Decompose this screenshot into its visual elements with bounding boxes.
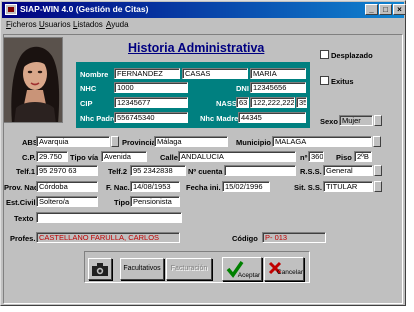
fecha-ini-field[interactable]: 15/02/1996 — [222, 181, 270, 192]
telf2-field[interactable]: 95 2342838 — [130, 165, 186, 176]
f-nac-label: F. Nac. — [106, 183, 130, 192]
aceptar-button[interactable]: Aceptar — [222, 257, 262, 281]
telf1-label: Telf.1 — [16, 167, 36, 176]
dni-field[interactable]: 12345656 — [250, 82, 306, 93]
tipo-field[interactable]: Pensionista — [130, 196, 180, 207]
facultativos-label: Facultativos — [123, 265, 161, 272]
apellido1-field[interactable]: FERNANDEZ — [114, 68, 180, 79]
nombre-label: Nombre — [80, 70, 109, 79]
window-title: SIAP-WIN 4.0 (Gestión de Citas) — [20, 4, 149, 14]
exitus-label: Exitus — [331, 77, 354, 86]
rss-label: R.S.S. — [300, 167, 322, 176]
nhc-label: NHC — [80, 84, 97, 93]
exitus-checkbox[interactable] — [320, 76, 329, 85]
calle-field[interactable]: ANDALUCIA — [178, 151, 296, 162]
profesional-field: CASTELLANO FARULLA, CARLOS — [36, 232, 180, 243]
prov-nac-field[interactable]: Córdoba — [36, 181, 98, 192]
texto-field[interactable] — [36, 212, 182, 223]
apellido2-field[interactable]: CASAS — [182, 68, 248, 79]
nass-label: NASS — [216, 99, 237, 108]
nombre-field[interactable]: MARIA — [250, 68, 306, 79]
municipio-label: Municipio — [236, 138, 271, 147]
minimize-button[interactable]: _ — [365, 4, 378, 15]
abs-spinner[interactable] — [111, 136, 119, 147]
cuenta-label: Nº cuenta — [188, 167, 223, 176]
tipo-via-label: Tipo vía — [70, 153, 99, 162]
cip-field[interactable]: 12345677 — [114, 97, 188, 108]
camera-button[interactable] — [88, 258, 112, 280]
cuenta-field[interactable] — [224, 165, 296, 176]
nhc-field[interactable]: 1000 — [114, 82, 188, 93]
menu-listados[interactable]: Listados — [73, 20, 103, 29]
identification-panel: Nombre FERNANDEZ CASAS MARIA NHC 1000 DN… — [76, 62, 310, 128]
piso-label: Piso — [336, 153, 352, 162]
title-bar[interactable]: SIAP-WIN 4.0 (Gestión de Citas) _ □ × — [2, 2, 406, 18]
telf1-field[interactable]: 95 2970 63 — [36, 165, 98, 176]
facturacion-label: Facturación — [170, 265, 208, 272]
calle-label: Calle — [160, 153, 178, 162]
sexo-label: Sexo — [320, 117, 338, 126]
fecha-ini-label: Fecha ini. — [186, 183, 221, 192]
cp-field[interactable]: 29.750 — [36, 151, 68, 162]
nass-field[interactable]: 122,222,222 — [250, 97, 295, 108]
cp-label: C.P. — [22, 153, 36, 162]
texto-label: Texto — [14, 214, 34, 223]
est-civil-label: Est.Civil — [6, 198, 36, 207]
piso-field[interactable]: 2ºB — [354, 151, 372, 162]
f-nac-field[interactable]: 14/08/1953 — [130, 181, 180, 192]
patient-photo — [3, 37, 63, 123]
camera-icon — [92, 263, 108, 276]
menu-bar: Ficheros Usuarios Listados Ayuda — [2, 19, 404, 32]
sit-ss-label: Sit. S.S. — [294, 183, 322, 192]
tipo-label: Tipo — [114, 198, 130, 207]
prov-nac-label: Prov. Nac. — [4, 183, 41, 192]
provincia-label: Provincia — [122, 138, 156, 147]
municipio-spinner[interactable] — [373, 136, 381, 147]
facturacion-button[interactable]: Facturación — [166, 258, 212, 280]
menu-ayuda[interactable]: Ayuda — [106, 20, 129, 29]
tipo-via-field[interactable]: Avenida — [101, 151, 147, 162]
desplazado-checkbox[interactable] — [320, 50, 329, 59]
telf2-label: Telf.2 — [108, 167, 128, 176]
app-icon[interactable] — [5, 4, 17, 15]
municipio-field[interactable]: MALAGA — [272, 136, 372, 147]
profes-label: Profes. — [10, 234, 36, 243]
close-button[interactable]: × — [393, 4, 406, 15]
nass-suffix-field[interactable]: 35 — [296, 97, 307, 108]
nhc-madre-label: Nhc Madre — [200, 114, 239, 123]
nhc-madre-field[interactable]: 44345 — [238, 112, 306, 123]
est-civil-field[interactable]: Soltero/a — [36, 196, 98, 207]
cip-label: CIP — [80, 99, 93, 108]
nhc-padre-field[interactable]: 556745340 — [114, 112, 188, 123]
desplazado-label: Desplazado — [331, 51, 373, 60]
codigo-label: Código — [232, 234, 258, 243]
provincia-field[interactable]: Málaga — [154, 136, 228, 147]
sexo-field[interactable]: Mujer — [339, 115, 373, 126]
facultativos-button[interactable]: Facultativos — [120, 258, 164, 280]
menu-usuarios[interactable]: Usuarios — [39, 20, 71, 29]
sexo-spinner[interactable] — [374, 115, 382, 126]
codigo-field: P- 013 — [262, 232, 326, 243]
dni-label: DNI — [236, 84, 249, 93]
rss-spinner[interactable] — [374, 165, 382, 176]
nhc-padre-label: Nhc Padre — [80, 114, 118, 123]
page-title: Historia Administrativa — [128, 41, 265, 55]
sit-ss-spinner[interactable] — [374, 181, 382, 192]
nass-prefix-field[interactable]: 63 — [236, 97, 249, 108]
menu-ficheros[interactable]: Ficheros — [6, 20, 37, 29]
numero-field[interactable]: 360 — [308, 151, 324, 162]
sit-ss-field[interactable]: TITULAR — [323, 181, 373, 192]
cancelar-button[interactable]: Cancelar — [264, 257, 304, 281]
abs-field[interactable]: Avarquia — [36, 136, 110, 147]
cancelar-label: Cancelar — [277, 269, 304, 276]
aceptar-label: Aceptar — [237, 272, 261, 279]
numero-label: nº — [300, 153, 308, 162]
rss-field[interactable]: General — [323, 165, 373, 176]
maximize-button[interactable]: □ — [379, 4, 392, 15]
